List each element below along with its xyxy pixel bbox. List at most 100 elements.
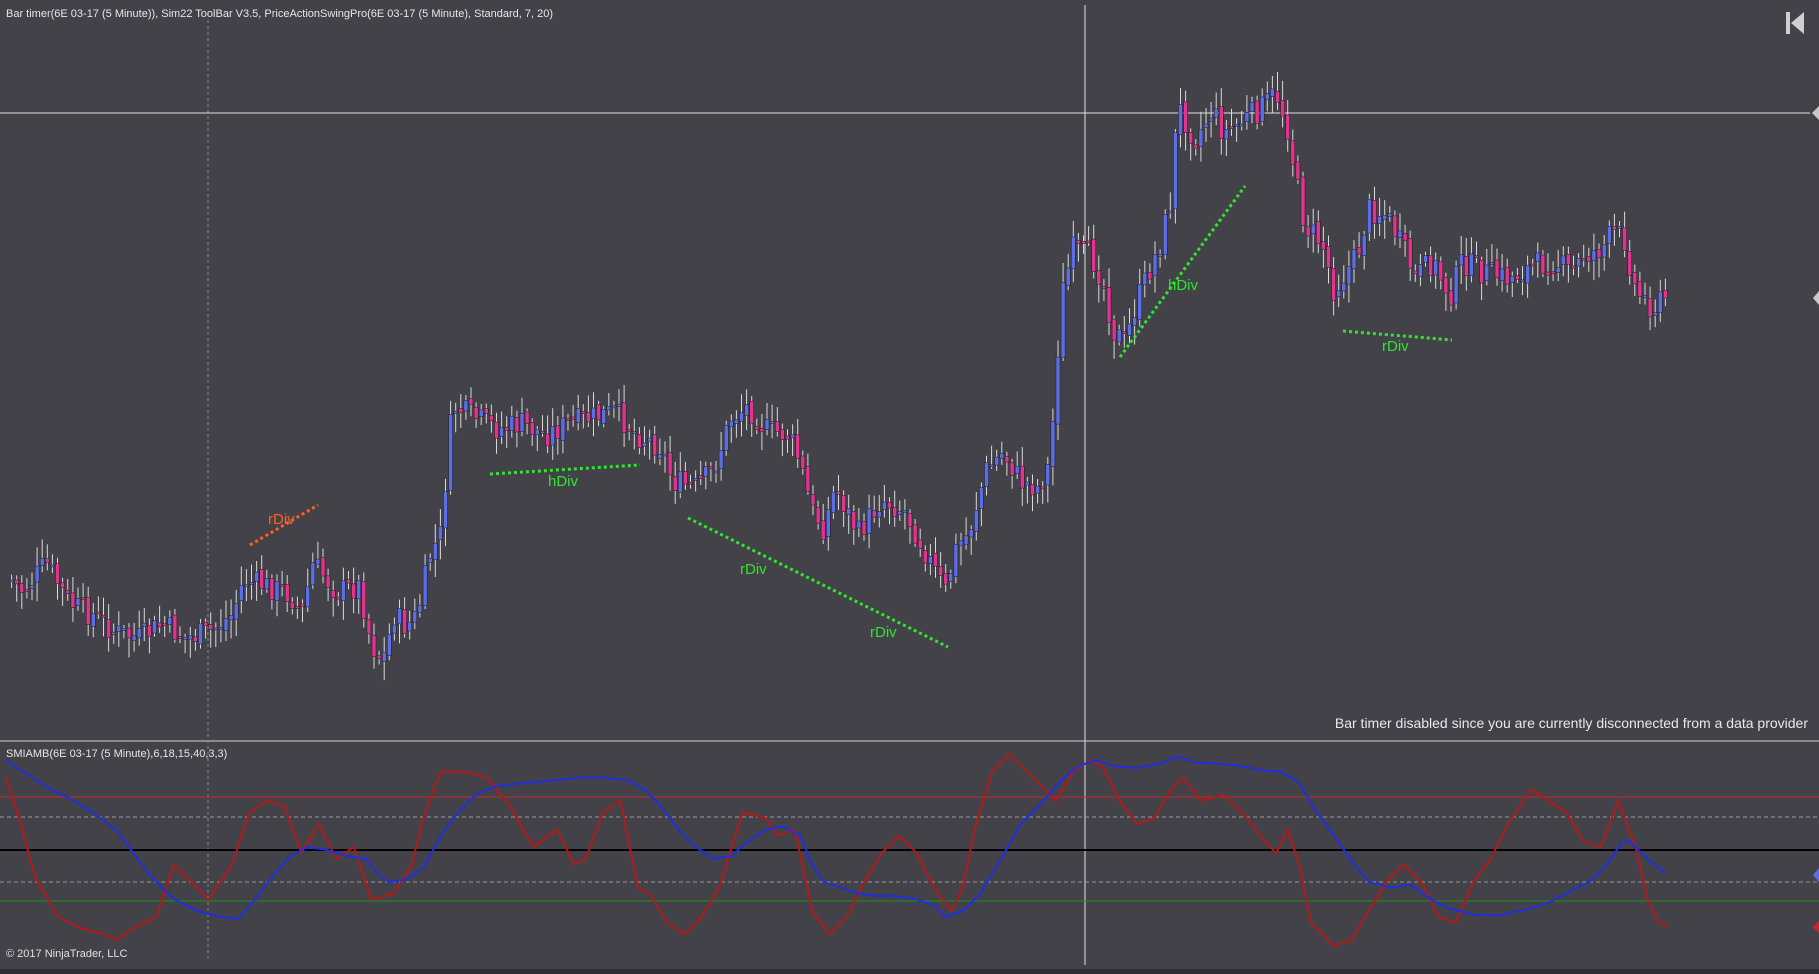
candle-down[interactable] xyxy=(172,614,178,640)
candle-down[interactable] xyxy=(366,618,372,635)
candle-up[interactable] xyxy=(198,623,203,645)
candle-down[interactable] xyxy=(698,475,703,479)
candle-up[interactable] xyxy=(1555,267,1561,273)
candle-up[interactable] xyxy=(678,471,683,493)
candle-up[interactable] xyxy=(1607,226,1612,244)
candle-up[interactable] xyxy=(463,400,469,412)
candle-up[interactable] xyxy=(392,624,397,634)
candle-up[interactable] xyxy=(1642,295,1648,298)
candle-down[interactable] xyxy=(1040,486,1045,490)
candle-down[interactable] xyxy=(96,611,101,615)
candle-up[interactable] xyxy=(897,510,903,515)
candle-down[interactable] xyxy=(1632,272,1638,285)
candle-up[interactable] xyxy=(606,406,612,411)
candle-down[interactable] xyxy=(402,609,407,634)
candle-down[interactable] xyxy=(1612,226,1617,230)
candle-up[interactable] xyxy=(550,426,555,446)
candle-down[interactable] xyxy=(24,589,30,593)
candle-up[interactable] xyxy=(826,509,831,537)
candle-down[interactable] xyxy=(1392,215,1398,238)
candle-up[interactable] xyxy=(1520,279,1525,283)
candle-up[interactable] xyxy=(560,417,566,441)
candle-down[interactable] xyxy=(652,434,657,456)
candle-down[interactable] xyxy=(1188,131,1193,144)
candle-up[interactable] xyxy=(116,625,122,632)
candle-down[interactable] xyxy=(688,481,693,485)
candle-up[interactable] xyxy=(1346,266,1352,285)
candle-down[interactable] xyxy=(1096,270,1102,285)
candle-up[interactable] xyxy=(1213,108,1219,118)
candle-down[interactable] xyxy=(514,417,520,433)
candle-down[interactable] xyxy=(555,425,561,439)
candle-down[interactable] xyxy=(203,622,208,626)
candle-down[interactable] xyxy=(570,416,576,420)
candle-down[interactable] xyxy=(330,590,336,598)
candle-up[interactable] xyxy=(407,621,412,632)
candle-up[interactable] xyxy=(433,542,438,560)
candle-up[interactable] xyxy=(1377,216,1382,224)
candle-up[interactable] xyxy=(448,414,453,491)
candle-down[interactable] xyxy=(1540,254,1546,274)
candle-down[interactable] xyxy=(1530,263,1535,267)
candle-down[interactable] xyxy=(1550,271,1556,274)
candle-down[interactable] xyxy=(667,452,673,476)
candle-down[interactable] xyxy=(871,510,877,518)
candle-down[interactable] xyxy=(1545,271,1551,276)
candle-down[interactable] xyxy=(1280,100,1285,117)
candle-up[interactable] xyxy=(244,584,249,588)
candle-down[interactable] xyxy=(351,583,356,599)
candle-down[interactable] xyxy=(1183,101,1188,133)
candle-down[interactable] xyxy=(1627,251,1632,276)
candle-up[interactable] xyxy=(1418,264,1423,277)
candle-up[interactable] xyxy=(790,434,795,439)
candle-up[interactable] xyxy=(1142,272,1148,286)
chart-window[interactable]: rDiv hDiv rDiv rDiv hDiv rDiv Bar timer(… xyxy=(0,0,1819,969)
candle-down[interactable] xyxy=(1372,200,1377,224)
candle-down[interactable] xyxy=(259,569,264,590)
candle-down[interactable] xyxy=(1193,144,1199,149)
candle-up[interactable] xyxy=(703,466,709,477)
candle-down[interactable] xyxy=(208,624,213,630)
candle-up[interactable] xyxy=(1234,124,1239,127)
candle-up[interactable] xyxy=(1561,255,1566,265)
candle-down[interactable] xyxy=(1428,255,1433,276)
candle-down[interactable] xyxy=(637,434,642,449)
candle-up[interactable] xyxy=(1265,93,1270,100)
candle-down[interactable] xyxy=(1479,259,1484,284)
candle-up[interactable] xyxy=(1270,88,1275,97)
candle-down[interactable] xyxy=(1111,318,1117,341)
candle-up[interactable] xyxy=(1071,236,1076,269)
candle-down[interactable] xyxy=(1413,270,1418,275)
candle-down[interactable] xyxy=(775,421,780,432)
candle-up[interactable] xyxy=(1525,264,1530,284)
candle-up[interactable] xyxy=(213,627,219,631)
candle-up[interactable] xyxy=(1576,258,1581,267)
candle-up[interactable] xyxy=(1198,129,1204,147)
candle-up[interactable] xyxy=(601,409,606,424)
candle-up[interactable] xyxy=(984,462,989,487)
candle-down[interactable] xyxy=(106,619,111,639)
candle-up[interactable] xyxy=(34,565,40,583)
candle-up[interactable] xyxy=(611,405,617,409)
candle-down[interactable] xyxy=(851,511,857,530)
candle-down[interactable] xyxy=(923,550,928,564)
candle-down[interactable] xyxy=(1091,238,1096,272)
candle-down[interactable] xyxy=(1326,246,1331,268)
candle-up[interactable] xyxy=(356,580,361,600)
candle-up[interactable] xyxy=(91,613,96,627)
candle-up[interactable] xyxy=(499,427,504,437)
candle-up[interactable] xyxy=(274,581,280,601)
candle-up[interactable] xyxy=(723,425,729,451)
candle-down[interactable] xyxy=(1316,221,1321,245)
candle-down[interactable] xyxy=(70,592,76,608)
candle-up[interactable] xyxy=(734,419,739,424)
candle-up[interactable] xyxy=(928,556,933,565)
candle-down[interactable] xyxy=(473,406,479,419)
candle-down[interactable] xyxy=(1402,233,1408,242)
candle-up[interactable] xyxy=(1137,284,1142,320)
candle-down[interactable] xyxy=(749,400,754,424)
candle-up[interactable] xyxy=(381,652,387,662)
candle-down[interactable] xyxy=(795,434,800,459)
candle-down[interactable] xyxy=(785,435,790,440)
candle-down[interactable] xyxy=(300,603,305,607)
